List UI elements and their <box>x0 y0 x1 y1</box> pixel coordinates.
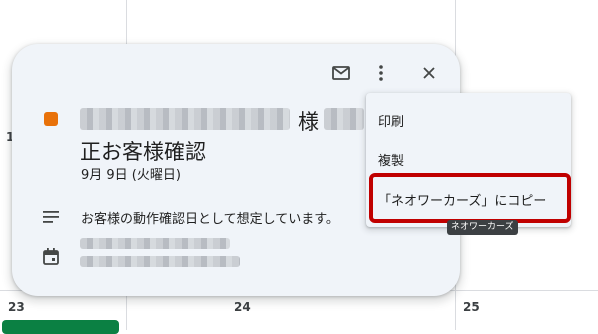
more-vert-icon <box>379 65 383 81</box>
menu-item-label: 複製 <box>378 153 405 169</box>
calendar-icon <box>43 248 59 269</box>
event-title: 正お客様確認 <box>80 140 206 164</box>
menu-item-print[interactable]: 印刷 <box>366 102 571 138</box>
menu-item-duplicate[interactable]: 複製 <box>366 141 571 177</box>
close-button[interactable] <box>415 59 443 87</box>
menu-item-label: 印刷 <box>378 114 405 130</box>
tooltip: ネオワーカーズ <box>447 220 518 235</box>
event-date: 9月 9日 (火曜日) <box>81 168 181 183</box>
redacted-calendar-name <box>80 238 230 249</box>
redacted-title-text <box>80 108 290 130</box>
event-description: お客様の動作確認日として想定しています。 <box>81 212 339 227</box>
day-number-23[interactable]: 23 <box>8 300 25 314</box>
event-title-suffix: 様 <box>298 110 319 134</box>
close-icon <box>423 67 435 79</box>
more-options-button[interactable] <box>367 59 395 87</box>
event-color-swatch <box>44 112 58 126</box>
mail-icon <box>332 66 350 80</box>
description-icon <box>43 208 59 227</box>
redacted-calendar-owner <box>80 256 240 267</box>
day-number-25[interactable]: 25 <box>463 300 480 314</box>
day-number-24[interactable]: 24 <box>234 300 251 314</box>
email-guests-button[interactable] <box>327 59 355 87</box>
highlight-box <box>369 173 571 223</box>
redacted-title-text <box>324 108 364 130</box>
calendar-event-chip[interactable] <box>2 320 119 334</box>
